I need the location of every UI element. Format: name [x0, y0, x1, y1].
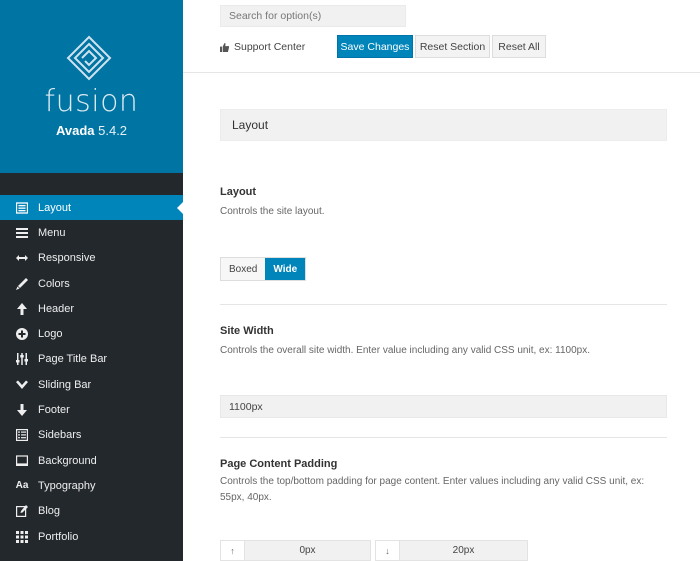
sidebar-item-responsive[interactable]: Responsive [0, 246, 183, 271]
brand-panel: fusion Avada 5.4.2 [0, 0, 183, 173]
sidebar-item-colors[interactable]: Colors [0, 271, 183, 296]
padding-field-description: Controls the top/bottom padding for page… [220, 476, 645, 503]
fusion-logo-icon [66, 35, 112, 81]
arrow-down-icon: ↓ [376, 541, 400, 560]
sidebar-item-label: Footer [38, 404, 70, 417]
sidebar-item-blog[interactable]: Blog [0, 499, 183, 524]
sidebar-item-sliding-bar[interactable]: Sliding Bar [0, 372, 183, 397]
thumbs-up-icon [220, 42, 229, 52]
sidebar-nav: Layout Menu Responsive Colors Header Log… [0, 195, 183, 549]
grid-icon [14, 530, 30, 544]
sidebar-item-header[interactable]: Header [0, 296, 183, 321]
sidebar-item-portfolio[interactable]: Portfolio [0, 524, 183, 549]
sidebar-item-label: Header [38, 302, 75, 315]
sidebar-item-sidebars[interactable]: Sidebars [0, 423, 183, 448]
product-name: Avada [55, 123, 95, 138]
brand-name: fusion [44, 84, 139, 119]
sidebar-item-menu[interactable]: Menu [0, 220, 183, 245]
layout-field-description: Controls the site layout. [220, 206, 325, 217]
save-changes-button[interactable]: Save Changes [337, 35, 413, 58]
version-number: 5.4.2 [98, 123, 128, 138]
sidebar-item-label: Sliding Bar [38, 378, 92, 391]
padding-bottom-input[interactable]: ↓ 20px [375, 540, 528, 561]
options-toolbar: Support Center Save Changes Reset Sectio… [183, 0, 700, 73]
sidebar-item-label: Layout [38, 201, 72, 214]
section-title: Layout [220, 109, 667, 141]
sidebar-item-label: Page Title Bar [38, 353, 108, 366]
sidebar-item-layout[interactable]: Layout [0, 195, 183, 221]
sidebar: fusion Avada 5.4.2 Layout Menu Responsiv… [0, 0, 183, 561]
layout-field-title: Layout [220, 186, 257, 198]
sidebar-item-label: Responsive [38, 252, 96, 265]
site-width-field-description: Controls the overall site width. Enter v… [220, 345, 591, 356]
support-center-link[interactable]: Support Center [220, 41, 305, 53]
arrow-down-icon [14, 403, 30, 417]
brand-version: Avada 5.4.2 [0, 123, 183, 138]
main-panel: Support Center Save Changes Reset Sectio… [183, 0, 700, 561]
padding-top-value: 0px [299, 545, 316, 556]
layout-button-set: Boxed Wide [220, 257, 307, 281]
sidebars-icon [14, 428, 30, 442]
sidebar-item-background[interactable]: Background [0, 448, 183, 473]
padding-top-input[interactable]: ↑ 0px [220, 540, 371, 561]
sidebar-item-logo[interactable]: Logo [0, 321, 183, 346]
brush-icon [14, 277, 30, 291]
monitor-icon [14, 454, 30, 468]
chevron-down-icon [14, 378, 30, 392]
typography-icon: Aa [15, 480, 29, 492]
sidebar-item-label: Logo [38, 328, 63, 341]
search-input[interactable] [220, 5, 406, 27]
sidebar-item-typography[interactable]: Aa Typography [0, 473, 183, 498]
sidebar-item-footer[interactable]: Footer [0, 397, 183, 422]
support-center-label: Support Center [234, 41, 306, 53]
reset-all-button[interactable]: Reset All [492, 35, 546, 58]
layout-option-wide[interactable]: Wide [265, 258, 306, 280]
sidebar-item-page-title-bar[interactable]: Page Title Bar [0, 347, 183, 372]
sidebar-item-label: Typography [38, 479, 96, 492]
sidebar-item-label: Sidebars [38, 429, 82, 442]
padding-field-title: Page Content Padding [220, 458, 338, 470]
edit-icon [14, 504, 30, 518]
sidebar-item-label: Blog [38, 505, 61, 518]
padding-bottom-value: 20px [452, 545, 475, 556]
site-width-field-title: Site Width [220, 325, 274, 337]
arrow-up-icon: ↑ [221, 541, 245, 560]
arrows-horizontal-icon [14, 251, 30, 265]
sidebar-item-label: Colors [38, 277, 70, 290]
layout-icon [14, 201, 30, 215]
field-divider [220, 304, 667, 305]
site-width-input[interactable] [220, 395, 667, 418]
plus-circle-icon [14, 327, 30, 341]
field-divider [220, 437, 667, 438]
sliders-icon [14, 352, 30, 366]
arrow-up-icon [14, 302, 30, 316]
layout-option-boxed[interactable]: Boxed [221, 258, 266, 280]
sidebar-item-label: Menu [38, 226, 66, 239]
sidebar-item-label: Background [38, 454, 97, 467]
sidebar-item-label: Portfolio [38, 530, 79, 543]
reset-section-button[interactable]: Reset Section [415, 35, 490, 58]
menu-icon [14, 226, 30, 240]
